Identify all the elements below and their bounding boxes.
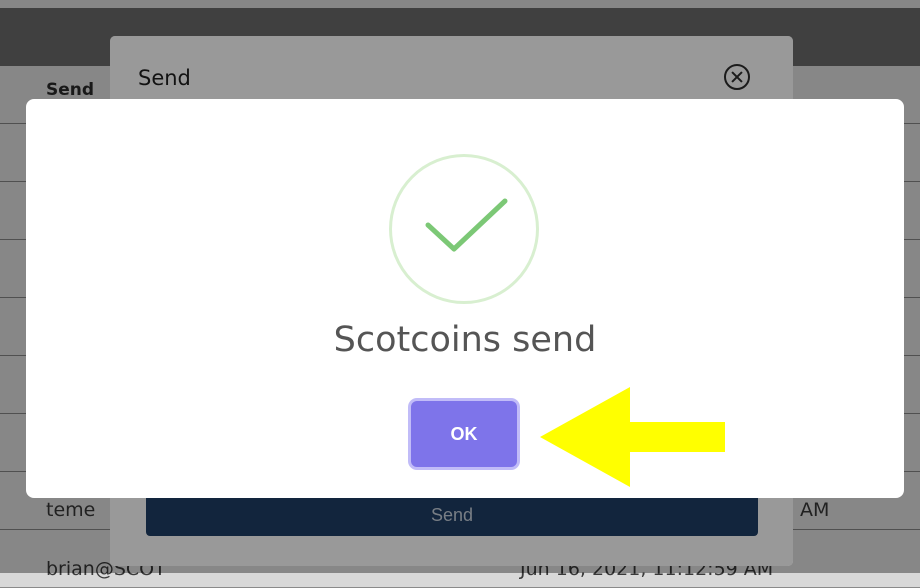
ok-button[interactable]: OK	[411, 401, 517, 467]
success-message: Scotcoins send	[333, 320, 597, 360]
yellow-arrow-icon	[530, 382, 730, 496]
success-dialog: Scotcoins send OK	[26, 99, 904, 498]
checkmark-icon	[389, 154, 539, 304]
